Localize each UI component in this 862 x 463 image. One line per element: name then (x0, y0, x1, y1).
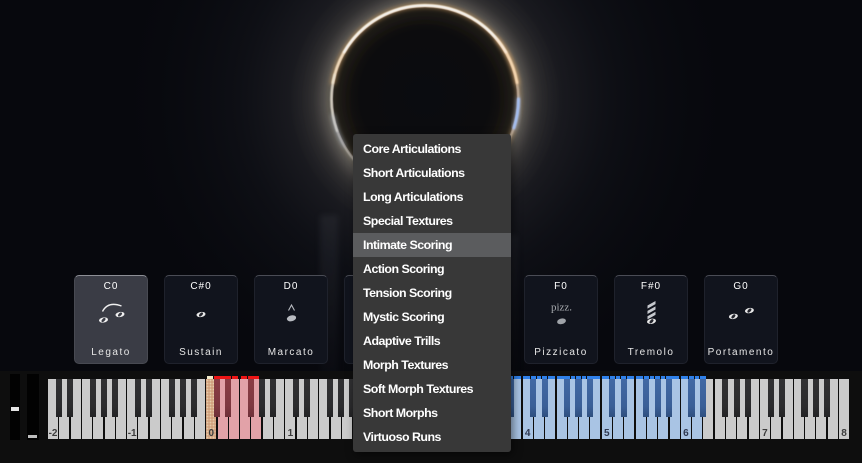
svg-text:pizz.: pizz. (551, 302, 572, 314)
